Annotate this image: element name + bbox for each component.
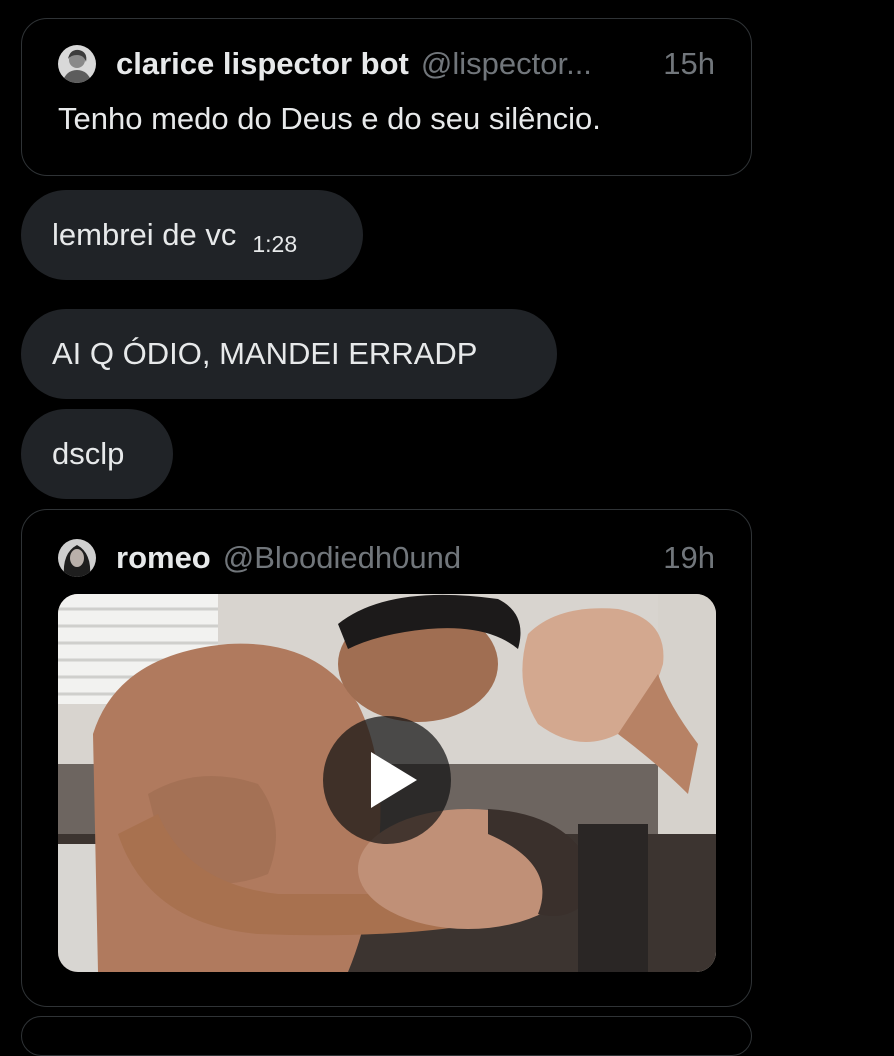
message-bubble[interactable]: lembrei de vc 1:28: [21, 190, 363, 280]
tweet-time: 15h: [663, 46, 715, 81]
message-text: lembrei de vc: [52, 217, 237, 252]
avatar[interactable]: [58, 45, 96, 83]
tweet-time: 19h: [663, 540, 715, 575]
user-handle[interactable]: @lispector...: [421, 46, 649, 82]
message-bubble[interactable]: AI Q ÓDIO, MANDEI ERRADP: [21, 309, 557, 399]
message-timestamp: 1:28: [252, 230, 298, 257]
play-button[interactable]: [323, 716, 451, 844]
video-thumbnail[interactable]: [58, 594, 716, 972]
message-text: dsclp: [52, 436, 125, 471]
portrait-avatar-icon: [58, 45, 96, 83]
tweet-text: Tenho medo do Deus e do seu silêncio.: [58, 101, 601, 136]
avatar[interactable]: [58, 539, 96, 577]
quoted-tweet-card[interactable]: romeo @Bloodiedh0und 19h: [21, 509, 752, 1007]
tweet-header: clarice lispector bot @lispector... 15h: [58, 45, 715, 83]
quoted-tweet-card[interactable]: [21, 1016, 752, 1056]
display-name[interactable]: romeo: [116, 540, 211, 576]
message-text: AI Q ÓDIO, MANDEI ERRADP: [52, 336, 478, 371]
display-name[interactable]: clarice lispector bot: [116, 46, 409, 82]
tweet-header: romeo @Bloodiedh0und 19h: [58, 539, 715, 577]
play-icon: [371, 752, 417, 808]
message-bubble[interactable]: dsclp: [21, 409, 173, 499]
quoted-tweet-card[interactable]: clarice lispector bot @lispector... 15h …: [21, 18, 752, 176]
portrait-avatar-icon: [58, 539, 96, 577]
user-handle[interactable]: @Bloodiedh0und: [223, 540, 650, 576]
